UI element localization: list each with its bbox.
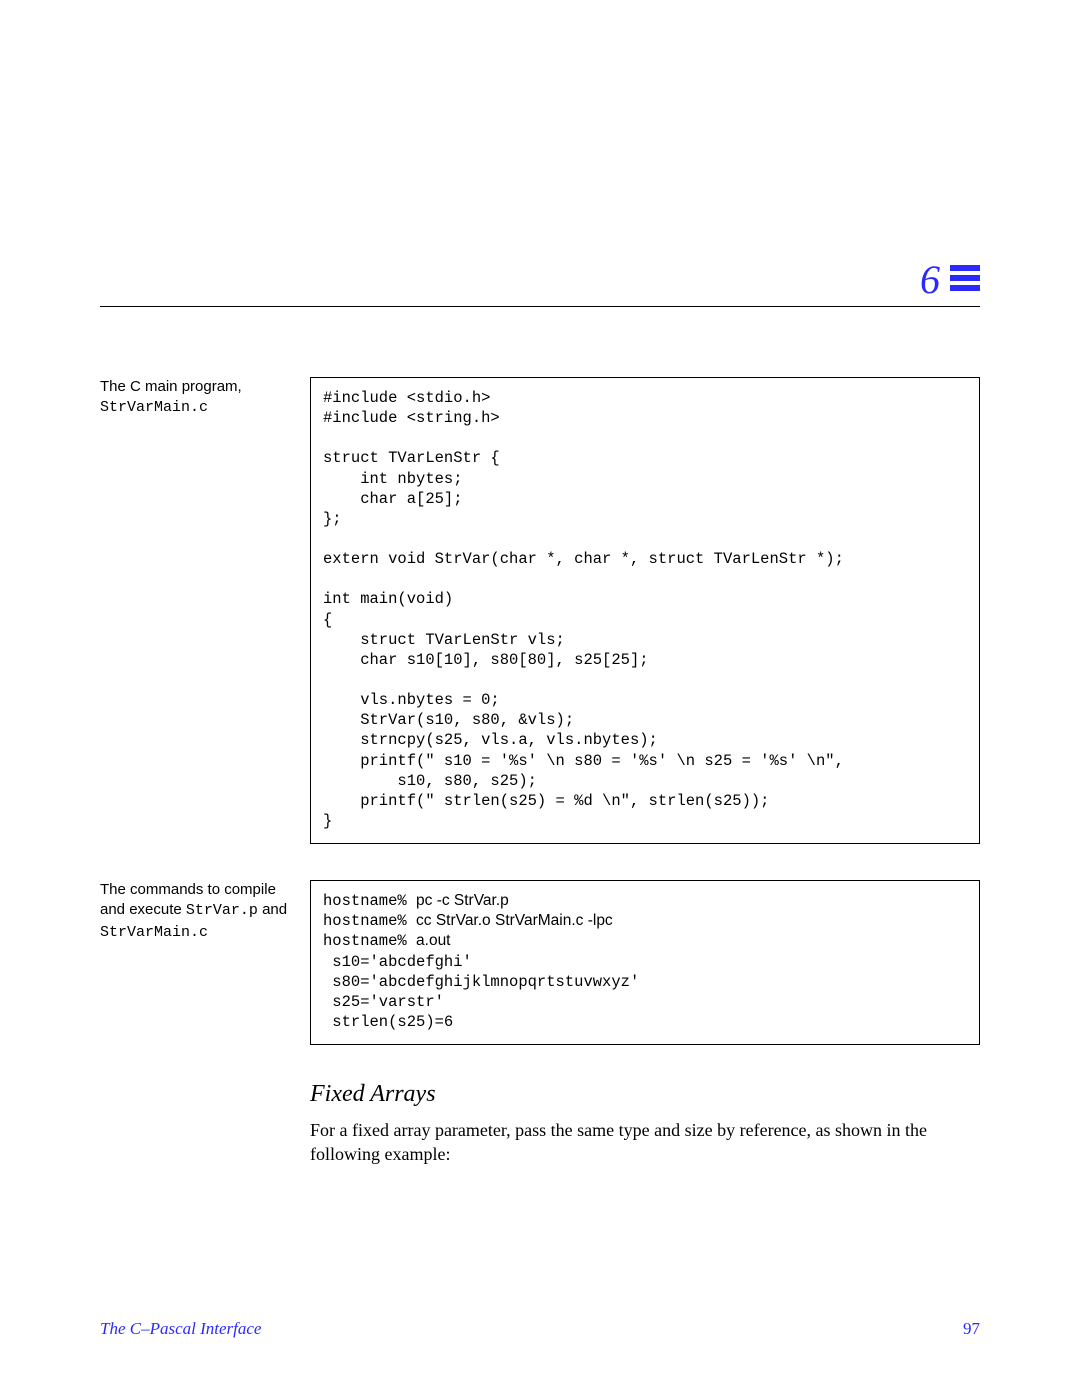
- page-content: 6 The C main program, StrVarMain.c #incl…: [100, 260, 980, 1167]
- code-block-2: hostname% pc -c StrVar.p hostname% cc St…: [310, 880, 980, 1045]
- label2-file1: StrVar.p: [186, 902, 258, 919]
- page-footer: The C–Pascal Interface 97: [100, 1319, 980, 1339]
- label2-mid: and: [258, 901, 287, 918]
- footer-title: The C–Pascal Interface: [100, 1319, 261, 1339]
- code-block-1-row: The C main program, StrVarMain.c #includ…: [100, 377, 980, 844]
- label1-filename: StrVarMain.c: [100, 399, 208, 416]
- footer-page-number: 97: [963, 1319, 980, 1339]
- cmd-1: pc -c StrVar.p: [416, 892, 509, 909]
- code-block-1-label: The C main program, StrVarMain.c: [100, 377, 310, 419]
- label1-prefix: The C main program,: [100, 378, 242, 395]
- chapter-number: 6: [920, 260, 940, 300]
- cmd-3: a.out: [416, 932, 450, 949]
- code-block-2-label: The commands to compile and execute StrV…: [100, 880, 310, 943]
- body-paragraph-1: For a fixed array parameter, pass the sa…: [310, 1118, 980, 1167]
- cmd-2: cc StrVar.o StrVarMain.c -lpc: [416, 912, 613, 929]
- subsection-title: Fixed Arrays: [310, 1081, 980, 1108]
- chapter-bars-icon: [950, 263, 980, 293]
- chapter-header: 6: [100, 260, 980, 307]
- cmd-output: s10='abcdefghi' s80='abcdefghijklmnopqrt…: [323, 953, 639, 1031]
- cmd-prompt-1: hostname%: [323, 892, 416, 910]
- cmd-prompt-3: hostname%: [323, 932, 416, 950]
- code-block-1: #include <stdio.h> #include <string.h> s…: [310, 377, 980, 844]
- label2-file2: StrVarMain.c: [100, 924, 208, 941]
- cmd-prompt-2: hostname%: [323, 912, 416, 930]
- code-block-2-row: The commands to compile and execute StrV…: [100, 880, 980, 1045]
